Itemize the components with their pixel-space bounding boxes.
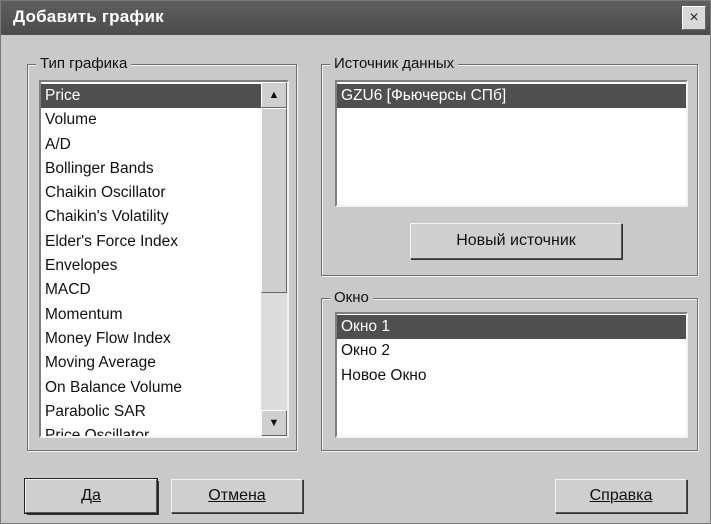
- chart-type-listbox[interactable]: Price Volume A/D Bollinger Bands Chaikin Osc…: [39, 80, 289, 438]
- cancel-button[interactable]: Отмена: [171, 479, 303, 513]
- data-source-listbox[interactable]: GZU6 [Фьючерсы СПб]: [335, 80, 688, 207]
- close-icon[interactable]: ×: [682, 6, 706, 30]
- list-item[interactable]: On Balance Volume: [41, 376, 261, 400]
- data-source-items: GZU6 [Фьючерсы СПб]: [337, 84, 686, 109]
- list-item[interactable]: A/D: [41, 133, 261, 157]
- list-item[interactable]: Новое Окно: [337, 364, 686, 388]
- list-item[interactable]: Chaikin's Volatility: [41, 205, 261, 229]
- chart-type-label: Тип графика: [36, 55, 132, 72]
- new-source-button[interactable]: Новый источник: [410, 223, 622, 259]
- dialog-title: Добавить график: [13, 7, 164, 26]
- chart-type-group: Тип графика Price Volume A/D Bollinger Band…: [27, 55, 297, 451]
- ok-button-label: Да: [81, 487, 101, 504]
- data-source-group: Источник данных GZU6 [Фьючерсы СПб] Новы…: [321, 55, 698, 276]
- add-chart-dialog: Добавить график × Тип графика Price Volum…: [0, 0, 711, 524]
- title-bar: Добавить график ×: [1, 1, 710, 35]
- list-item[interactable]: Money Flow Index: [41, 327, 261, 351]
- chart-type-items: Price Volume A/D Bollinger Bands Chaikin Osc…: [41, 84, 261, 436]
- ok-button[interactable]: Да: [25, 479, 157, 513]
- list-item[interactable]: Chaikin Oscillator: [41, 181, 261, 205]
- window-listbox[interactable]: Окно 1 Окно 2 Новое Окно: [335, 312, 688, 438]
- list-item[interactable]: Price Oscillator: [41, 424, 261, 436]
- window-items: Окно 1 Окно 2 Новое Окно: [337, 315, 686, 388]
- list-item[interactable]: Bollinger Bands: [41, 157, 261, 181]
- list-item[interactable]: Окно 1: [337, 315, 686, 340]
- cancel-button-label: Отмена: [208, 487, 266, 504]
- list-item[interactable]: Elder's Force Index: [41, 230, 261, 254]
- list-item[interactable]: Parabolic SAR: [41, 400, 261, 424]
- scroll-up-icon[interactable]: ▲: [261, 82, 287, 108]
- list-item[interactable]: MACD: [41, 278, 261, 302]
- window-group-label: Окно: [330, 289, 373, 306]
- list-item[interactable]: Envelopes: [41, 254, 261, 278]
- window-group: Окно Окно 1 Окно 2 Новое Окно: [321, 289, 698, 451]
- data-source-label: Источник данных: [330, 55, 459, 72]
- list-item[interactable]: Окно 2: [337, 339, 686, 363]
- scroll-down-icon[interactable]: ▼: [261, 410, 287, 436]
- scroll-thumb[interactable]: [261, 108, 287, 293]
- help-button-label: Справка: [589, 487, 653, 504]
- list-item[interactable]: Moving Average: [41, 351, 261, 375]
- chart-type-scrollbar[interactable]: ▲ ▼: [261, 82, 287, 436]
- list-item[interactable]: Volume: [41, 108, 261, 132]
- list-item[interactable]: Price: [41, 84, 261, 109]
- help-button[interactable]: Справка: [555, 479, 687, 513]
- list-item[interactable]: GZU6 [Фьючерсы СПб]: [337, 84, 686, 109]
- list-item[interactable]: Momentum: [41, 303, 261, 327]
